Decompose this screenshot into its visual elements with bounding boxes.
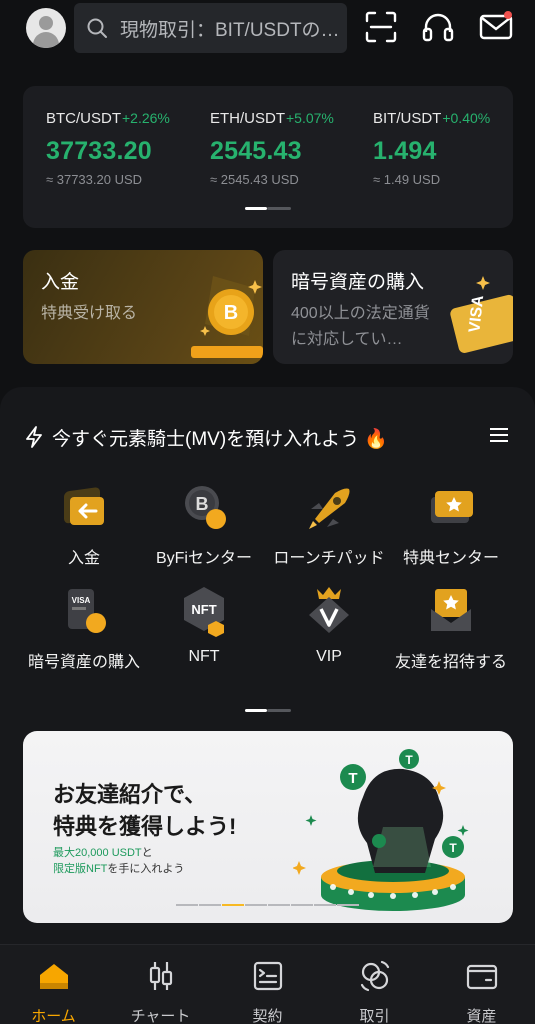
nav-assets[interactable]: 資産 — [428, 945, 535, 1024]
byfi-bitcoin-icon: B — [185, 486, 226, 529]
shortcut-label: ByFiセンター — [155, 550, 252, 567]
menu-icon[interactable] — [489, 427, 509, 443]
referral-reward-amount: 最大20,000 USDT — [53, 847, 142, 859]
announcement-text: 今すぐ元素騎士(MV)を預け入れよう 🔥 — [52, 429, 389, 450]
svg-text:T: T — [348, 770, 357, 787]
shortcut-label: 暗号資産の購入 — [27, 654, 140, 671]
shortcut-byfi[interactable]: B ByFiセンター — [137, 479, 271, 568]
svg-text:NFT: NFT — [191, 602, 216, 617]
ticker-eth[interactable]: ETH/USDT+5.07% 2545.43 ≈ 2545.43 USD — [210, 110, 370, 187]
bitcoin-deposit-illustration: B — [191, 276, 263, 358]
bottom-nav: ホーム チャート 契約 取引 資産 — [0, 944, 535, 1024]
contract-document-icon — [253, 961, 282, 991]
nav-contract[interactable]: 契約 — [214, 945, 321, 1024]
referral-nft-suffix: を手に入れよう — [107, 863, 185, 875]
home-icon — [39, 964, 68, 989]
ticker-price: 37733.20 — [46, 137, 152, 165]
deposit-promo-card[interactable]: 入金 特典受け取る B — [23, 250, 263, 364]
shortcut-buy-crypto[interactable]: VISA 暗号資産の購入 — [17, 583, 151, 672]
search-bar[interactable]: 現物取引：BIT/USDTの… — [74, 3, 347, 53]
shortcut-nft[interactable]: NFT NFT — [137, 583, 271, 666]
shortcut-label: NFT — [188, 648, 220, 665]
trade-exchange-icon — [360, 960, 389, 992]
shortcut-label: 友達を招待する — [394, 654, 507, 671]
avatar[interactable] — [26, 8, 66, 48]
visa-card-illustration: VISA — [450, 276, 513, 353]
ticker-price: 2545.43 — [210, 137, 302, 165]
scan-icon[interactable] — [364, 10, 398, 44]
referral-headline-line2: 特典を獲得しよう! — [53, 814, 237, 839]
wallet-icon — [466, 964, 497, 990]
reward-ticket-icon — [431, 491, 473, 523]
ticker-page-indicator — [245, 207, 291, 210]
shortcut-label: ローンチパッド — [273, 550, 385, 567]
svg-text:T: T — [405, 753, 413, 767]
banner-page-indicator — [176, 904, 359, 906]
referral-nft-label: 限定版NFT — [53, 863, 108, 875]
gorilla-trophy-illustration: T T T — [293, 749, 469, 911]
deposit-icon — [64, 487, 104, 525]
svg-text:T: T — [449, 841, 457, 855]
svg-text:B: B — [196, 494, 209, 514]
ticker-btc[interactable]: BTC/USDT+2.26% 37733.20 ≈ 37733.20 USD — [46, 110, 206, 187]
market-ticker-card: BTC/USDT+2.26% 37733.20 ≈ 37733.20 USD E… — [23, 86, 513, 228]
nav-trade[interactable]: 取引 — [321, 945, 428, 1024]
referral-banner[interactable]: お友達紹介で、 特典を獲得しよう! 最大20,000 USDTと 限定版NFTを… — [23, 731, 513, 923]
candlestick-icon — [149, 962, 172, 990]
ticker-change: +2.26% — [122, 110, 170, 126]
ticker-usd: ≈ 1.49 USD — [373, 172, 441, 187]
ticker-pair: ETH/USDT — [210, 110, 285, 127]
nav-chart[interactable]: チャート — [107, 945, 214, 1024]
search-icon — [87, 18, 107, 38]
headset-icon[interactable] — [421, 10, 455, 44]
nav-label: 契約 — [252, 1008, 283, 1024]
referral-conjunction: と — [141, 847, 153, 859]
shortcut-invite[interactable]: 友達を招待する — [384, 583, 518, 672]
lightning-icon — [26, 426, 42, 448]
nft-icon: NFT — [184, 587, 224, 637]
shortcut-deposit[interactable]: 入金 — [17, 479, 151, 568]
svg-text:VISA: VISA — [72, 596, 91, 605]
shortcut-label: VIP — [316, 648, 342, 665]
ticker-bit[interactable]: BIT/USDT+0.40% 1.494 ≈ 1.49 USD — [373, 110, 533, 187]
shortcut-vip[interactable]: VIP — [262, 583, 396, 666]
shortcut-label: 特典センター — [402, 550, 499, 567]
unread-badge — [504, 11, 512, 19]
ticker-usd: ≈ 37733.20 USD — [46, 172, 143, 187]
ticker-change: +0.40% — [442, 110, 491, 126]
ticker-pair: BTC/USDT — [46, 110, 121, 127]
nav-label: 取引 — [359, 1008, 390, 1024]
referral-headline-line1: お友達紹介で、 — [53, 782, 207, 807]
buy-crypto-promo-card[interactable]: 暗号資産の購入 400以上の法定通貨に対応してい… VISA — [273, 250, 513, 364]
top-bar: 現物取引：BIT/USDTの… — [0, 0, 535, 62]
shortcut-label: 入金 — [67, 550, 100, 567]
svg-text:B: B — [224, 302, 238, 324]
ticker-change: +5.07% — [286, 110, 334, 126]
rocket-icon — [309, 488, 350, 529]
search-placeholder: 現物取引：BIT/USDTの… — [120, 19, 340, 41]
nav-label: ホーム — [31, 1008, 76, 1024]
shortcut-page-indicator — [245, 709, 291, 712]
deposit-promo-title: 入金 — [41, 272, 80, 293]
invite-envelope-icon — [431, 589, 471, 631]
nav-label: チャート — [130, 1008, 191, 1024]
ticker-pair: BIT/USDT — [373, 110, 442, 127]
ticker-price: 1.494 — [373, 137, 437, 165]
buy-crypto-promo-title: 暗号資産の購入 — [291, 272, 425, 293]
visa-card-icon: VISA — [68, 589, 106, 633]
nav-home[interactable]: ホーム — [0, 945, 107, 1024]
announcement-bar[interactable]: 今すぐ元素騎士(MV)を預け入れよう 🔥 — [24, 424, 388, 451]
shortcut-launchpad[interactable]: ローンチパッド — [262, 479, 396, 568]
referral-subtext: 最大20,000 USDTと 限定版NFTを手に入れよう — [53, 845, 184, 877]
referral-headline: お友達紹介で、 特典を獲得しよう! — [53, 779, 236, 843]
shortcut-rewards[interactable]: 特典センター — [384, 479, 518, 568]
nav-label: 資産 — [466, 1008, 497, 1024]
buy-crypto-promo-subtitle: 400以上の法定通貨に対応してい… — [291, 305, 430, 348]
mail-button[interactable] — [479, 10, 513, 44]
ticker-usd: ≈ 2545.43 USD — [210, 172, 299, 187]
deposit-promo-subtitle: 特典受け取る — [41, 305, 138, 322]
vip-crown-icon — [309, 587, 349, 633]
